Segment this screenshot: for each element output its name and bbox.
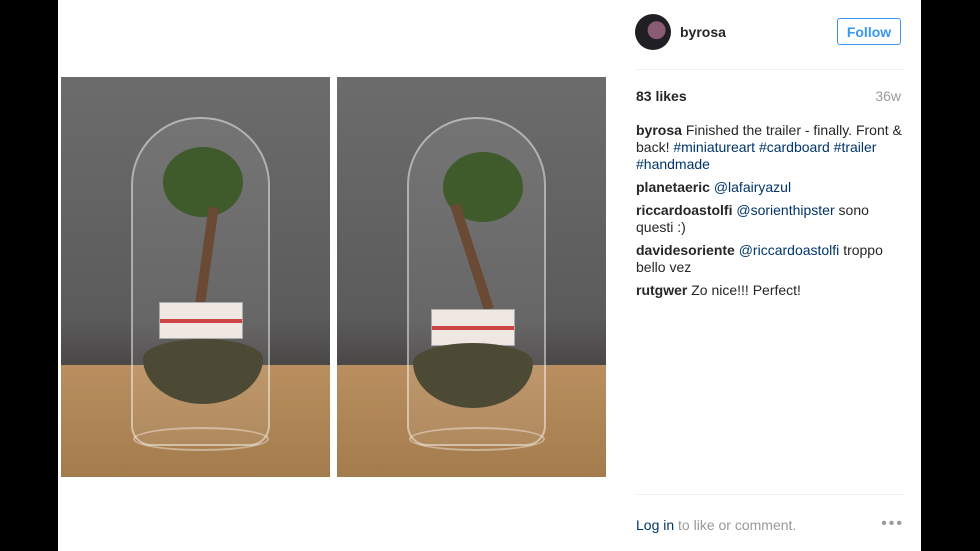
- post-photo-area: [58, 0, 618, 551]
- caption-tags[interactable]: #miniatureart #cardboard #trailer #handm…: [636, 139, 876, 172]
- comment-1-mention[interactable]: @lafairyazul: [714, 179, 791, 195]
- mini-trailer-left: [159, 302, 243, 339]
- mini-trailer-right: [431, 309, 515, 346]
- login-prompt: to like or comment.: [678, 517, 797, 533]
- post-photo-front[interactable]: [61, 77, 330, 477]
- tree-canopy-left: [163, 147, 243, 217]
- comment-2-username[interactable]: riccardoastolfi: [636, 202, 732, 218]
- more-options-icon[interactable]: •••: [881, 516, 904, 532]
- comment-1-username[interactable]: planetaeric: [636, 179, 710, 195]
- comment-4: rutgwer Zo nice!!! Perfect!: [636, 282, 902, 299]
- likes-count[interactable]: 83 likes: [636, 88, 687, 104]
- instagram-post-card: byrosa Follow 83 likes 36w byrosa Finish…: [58, 0, 921, 551]
- comment-2-mention[interactable]: @sorienthipster: [736, 202, 834, 218]
- caption-username[interactable]: byrosa: [636, 122, 682, 138]
- footer-divider: [636, 494, 904, 495]
- comment-1: planetaeric @lafairyazul: [636, 179, 902, 196]
- post-age[interactable]: 36w: [875, 88, 901, 104]
- comment-4-text: Zo nice!!! Perfect!: [691, 282, 801, 298]
- caption: byrosa Finished the trailer - finally. F…: [636, 122, 902, 173]
- post-header: byrosa Follow: [635, 12, 904, 52]
- dome-base-right: [409, 427, 545, 451]
- post-photo-back[interactable]: [337, 77, 606, 477]
- post-footer: Log in to like or comment. •••: [636, 516, 904, 535]
- comment-3-mention[interactable]: @riccardoastolfi: [739, 242, 840, 258]
- header-divider: [636, 69, 904, 70]
- post-username[interactable]: byrosa: [680, 24, 726, 40]
- dome-base-left: [133, 427, 269, 451]
- comment-3-username[interactable]: davidesoriente: [636, 242, 735, 258]
- login-link[interactable]: Log in: [636, 517, 674, 533]
- avatar[interactable]: [635, 14, 671, 50]
- comments-list: byrosa Finished the trailer - finally. F…: [636, 122, 902, 305]
- comment-4-username[interactable]: rutgwer: [636, 282, 687, 298]
- comment-3: davidesoriente @riccardoastolfi troppo b…: [636, 242, 902, 276]
- follow-button[interactable]: Follow: [837, 18, 901, 45]
- comment-2: riccardoastolfi @sorienthipster sono que…: [636, 202, 902, 236]
- post-sidebar: byrosa Follow 83 likes 36w byrosa Finish…: [635, 0, 904, 551]
